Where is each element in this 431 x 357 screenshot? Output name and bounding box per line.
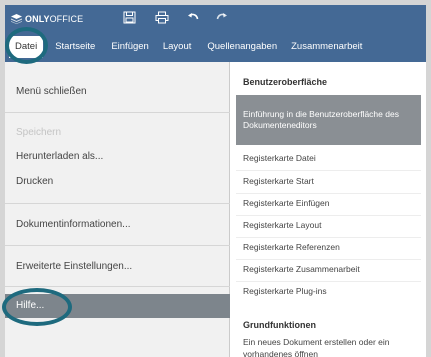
save-icon[interactable] — [123, 11, 137, 25]
help-item-collaboration-tab[interactable]: Registerkarte Zusammenarbeit — [236, 260, 421, 280]
tab-insert[interactable]: Einfügen — [105, 32, 155, 62]
help-item-introduction[interactable]: Einführung in die Benutzeroberfläche des… — [236, 95, 421, 145]
help-item-new-document[interactable]: Ein neues Dokument erstellen oder ein vo… — [236, 337, 421, 357]
app-logo: ONLY OFFICE — [11, 13, 84, 24]
document-info-menu-item[interactable]: Dokumentinformationen... — [5, 212, 230, 238]
help-item-file-tab[interactable]: Registerkarte Datei — [236, 149, 421, 169]
brand-thin: OFFICE — [49, 13, 84, 24]
help-contents-panel: Benutzeroberfläche Einführung in die Ben… — [231, 62, 426, 357]
help-item-label: Registerkarte Referenzen — [243, 242, 340, 253]
advanced-settings-menu-item[interactable]: Erweiterte Einstellungen... — [5, 254, 230, 280]
brand-bold: ONLY — [25, 13, 50, 24]
onlyoffice-logo-icon — [11, 13, 22, 24]
undo-icon[interactable] — [186, 11, 200, 25]
redo-icon[interactable] — [215, 11, 229, 25]
tab-collaboration[interactable]: Zusammenarbeit — [285, 32, 368, 62]
menu-divider — [5, 245, 230, 246]
menu-divider — [5, 112, 230, 113]
print-menu-item[interactable]: Drucken — [5, 169, 230, 195]
section-title-interface: Benutzeroberfläche — [243, 77, 328, 87]
print-icon[interactable] — [155, 11, 169, 25]
file-menu-panel: Menü schließen Speichern Herunterladen a… — [5, 62, 230, 357]
help-item-references-tab[interactable]: Registerkarte Referenzen — [236, 238, 421, 258]
section-title-basics: Grundfunktionen — [243, 320, 316, 330]
help-item-label: Ein neues Dokument erstellen oder ein vo… — [243, 337, 390, 357]
help-item-label: Einführung in die Benutzeroberfläche des… — [243, 108, 399, 131]
help-item-label: Registerkarte Plug-ins — [243, 286, 327, 297]
help-item-home-tab[interactable]: Registerkarte Start — [236, 172, 421, 192]
tab-layout[interactable]: Layout — [157, 32, 198, 62]
help-item-insert-tab[interactable]: Registerkarte Einfügen — [236, 194, 421, 214]
help-item-label: Registerkarte Start — [243, 176, 314, 187]
help-item-label: Registerkarte Layout — [243, 220, 322, 231]
help-menu-item[interactable]: Hilfe... — [5, 294, 230, 318]
tab-file[interactable]: Datei — [9, 36, 44, 58]
help-item-label: Registerkarte Einfügen — [243, 198, 330, 209]
title-bar: ONLY OFFICE — [5, 5, 426, 32]
menu-divider — [5, 286, 230, 287]
help-item-plugins-tab[interactable]: Registerkarte Plug-ins — [236, 282, 421, 302]
ribbon-tab-bar: Datei Startseite Einfügen Layout Quellen… — [5, 32, 426, 62]
help-item-layout-tab[interactable]: Registerkarte Layout — [236, 216, 421, 236]
tab-references[interactable]: Quellenangaben — [201, 32, 283, 62]
help-item-label: Registerkarte Datei — [243, 153, 316, 164]
close-menu-item[interactable]: Menü schließen — [5, 79, 230, 105]
save-menu-item: Speichern — [16, 127, 62, 138]
tab-home[interactable]: Startseite — [49, 32, 101, 62]
screenshot-frame: ONLY OFFICE Datei Startseite Einfügen La… — [0, 0, 431, 357]
menu-divider — [5, 203, 230, 204]
help-divider — [236, 170, 421, 171]
editor-window: ONLY OFFICE Datei Startseite Einfügen La… — [5, 5, 426, 357]
help-item-label: Registerkarte Zusammenarbeit — [243, 264, 360, 275]
download-menu-item[interactable]: Herunterladen als... — [5, 144, 230, 170]
